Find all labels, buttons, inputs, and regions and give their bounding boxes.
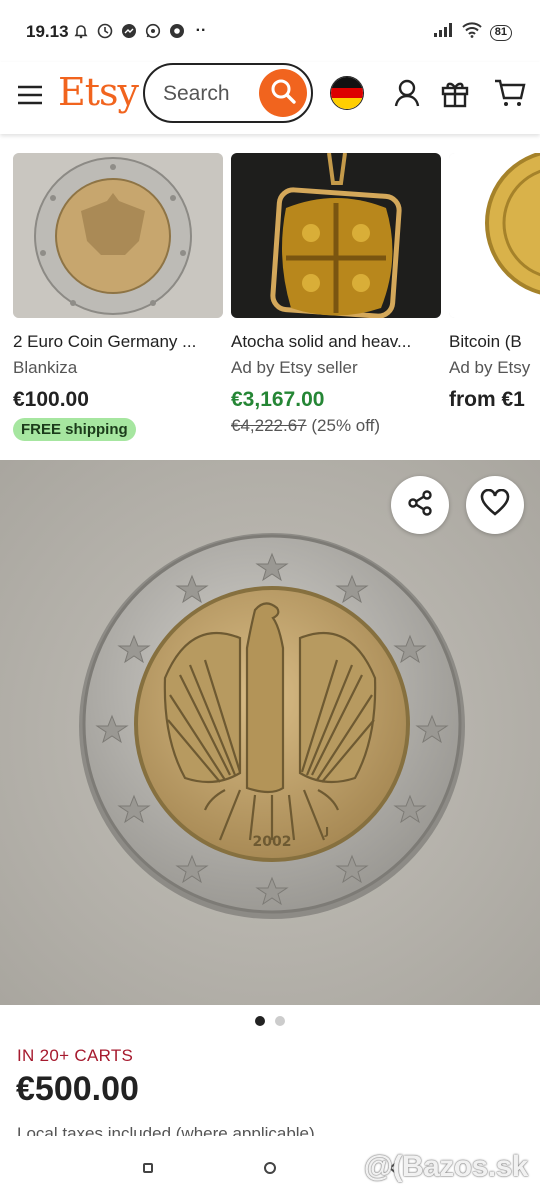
menu-icon[interactable] — [16, 80, 46, 110]
recommendations-carousel[interactable]: 2 Euro Coin Germany ... Blankiza €100.00… — [0, 134, 540, 460]
status-bar: 19.13 ·· 81 — [0, 0, 540, 62]
system-nav-bar: @(Bazos.sk — [0, 1136, 540, 1200]
heart-icon — [480, 488, 510, 522]
messenger-icon — [120, 22, 138, 40]
card-sale-price: €3,167.00 — [231, 388, 325, 411]
search-button[interactable] — [259, 69, 307, 117]
clock-icon — [96, 22, 114, 40]
card-price: €100.00 — [13, 388, 89, 411]
bazos-watermark: @(Bazos.sk — [363, 1150, 529, 1183]
search-placeholder: Search — [163, 82, 230, 105]
battery-icon: 81 — [489, 24, 512, 41]
image-pagination — [0, 1016, 540, 1026]
card-seller: Blankiza — [13, 358, 78, 377]
card-image-bitcoin[interactable] — [449, 153, 540, 318]
notification-icons: ·· — [72, 22, 210, 40]
recommendation-card[interactable]: Bitcoin (B Ad by Etsy from €1 — [449, 153, 540, 412]
euro-coin-photo: 2002 J — [0, 460, 540, 1005]
pagination-dot-active[interactable] — [255, 1016, 265, 1026]
wifi-icon — [462, 22, 482, 43]
region-flag-icon[interactable] — [330, 76, 364, 110]
share-icon — [406, 489, 434, 522]
listing-image[interactable]: 2002 J — [0, 460, 540, 1005]
free-shipping-badge: FREE shipping — [13, 418, 136, 441]
coin-mint-mark: J — [324, 825, 329, 838]
search-icon — [269, 77, 297, 110]
whatsapp-icon — [144, 22, 162, 40]
taxes-note: Local taxes included (where applicable) — [17, 1124, 315, 1136]
coin-year: 2002 — [253, 834, 292, 850]
card-seller: Ad by Etsy seller — [231, 358, 358, 377]
card-title[interactable]: Bitcoin (B — [449, 332, 540, 352]
etsy-logo[interactable]: Etsy — [58, 70, 139, 114]
discount-label: (25% off) — [311, 416, 381, 435]
signal-icon — [433, 23, 454, 42]
status-time: 19.13 — [26, 22, 69, 41]
app-header: Etsy Search — [0, 62, 540, 134]
home-button[interactable] — [264, 1162, 276, 1174]
gift-icon[interactable] — [438, 76, 472, 110]
cart-icon[interactable] — [493, 76, 527, 110]
strikethrough-price: €4,222.67 — [231, 416, 307, 435]
recommendation-card[interactable]: 2 Euro Coin Germany ... Blankiza €100.00… — [13, 153, 223, 441]
bell-icon — [72, 22, 90, 40]
recent-apps-button[interactable] — [143, 1163, 153, 1173]
share-button[interactable] — [391, 476, 449, 534]
recommendation-card[interactable]: Atocha solid and heav... Ad by Etsy sell… — [231, 153, 441, 436]
card-seller: Ad by Etsy — [449, 358, 531, 377]
chrome-icon — [168, 22, 186, 40]
listing-price: €500.00 — [16, 1070, 139, 1108]
card-title[interactable]: 2 Euro Coin Germany ... — [13, 332, 223, 352]
account-icon[interactable] — [390, 76, 424, 110]
card-price: from €1 — [449, 388, 525, 411]
pagination-dot[interactable] — [275, 1016, 285, 1026]
system-icons: 81 — [433, 22, 512, 43]
card-image-euro-coin[interactable] — [13, 153, 223, 318]
search-input[interactable]: Search — [143, 63, 313, 123]
more-notifications-icon: ·· — [195, 22, 207, 39]
card-original-price: €4,222.67 (25% off) — [231, 416, 441, 436]
carts-count-label: IN 20+ CARTS — [17, 1046, 134, 1065]
card-image-atocha-pendant[interactable] — [231, 153, 441, 318]
card-title[interactable]: Atocha solid and heav... — [231, 332, 441, 352]
favorite-button[interactable] — [466, 476, 524, 534]
